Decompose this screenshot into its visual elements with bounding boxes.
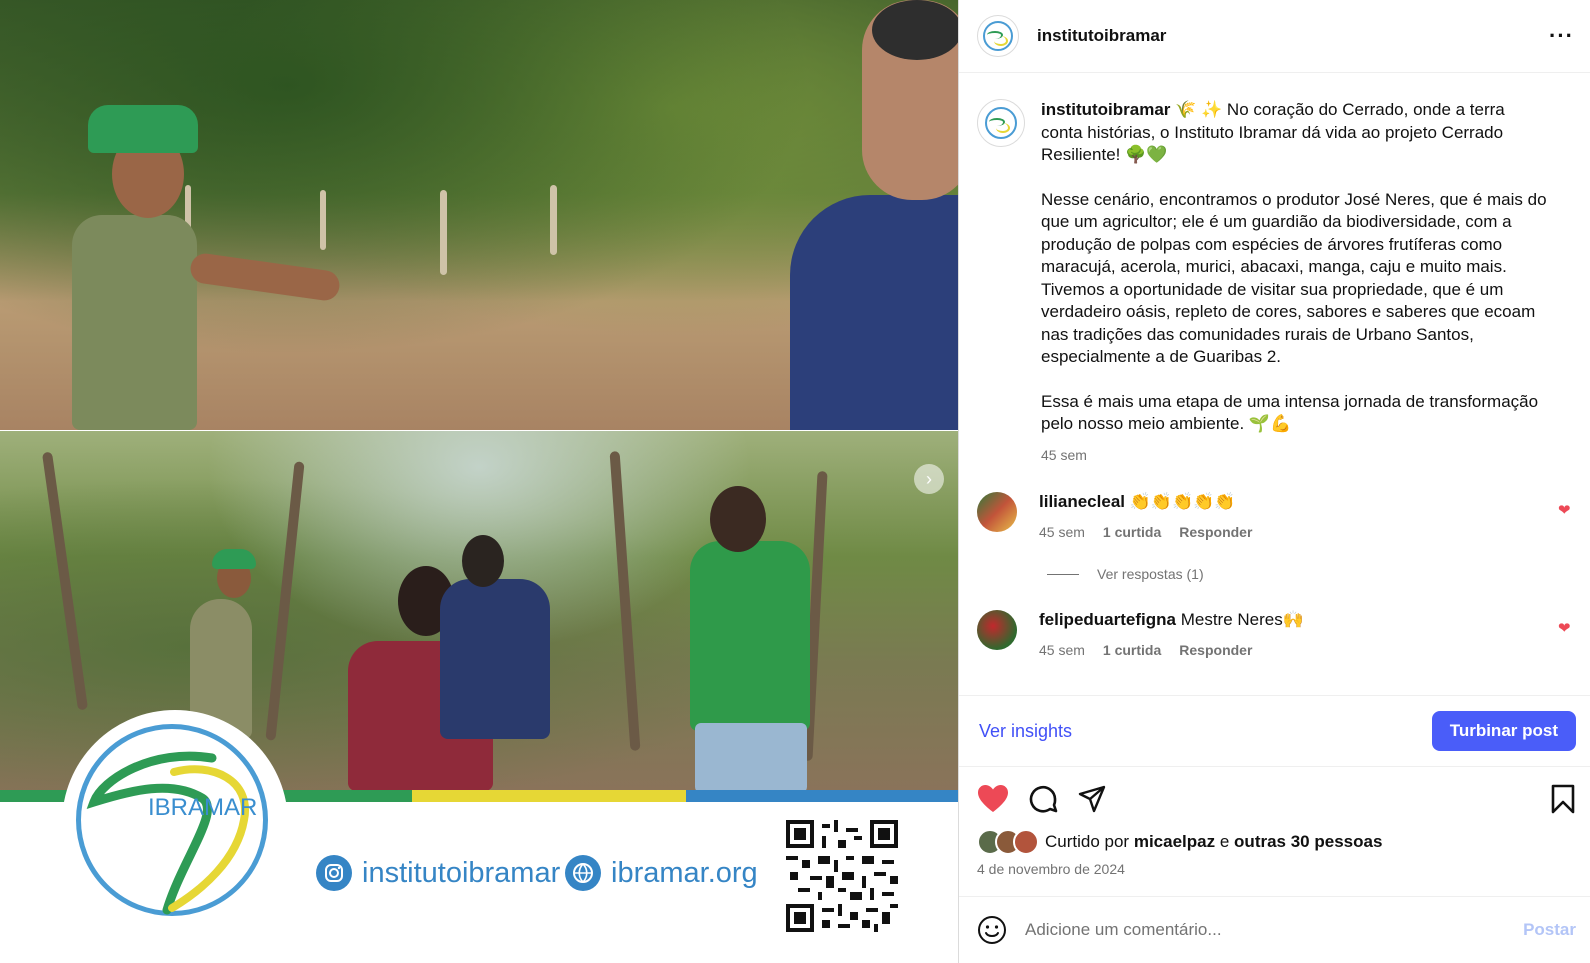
ibramar-logo: IBRAMAR (62, 710, 288, 936)
stripe-blue (686, 790, 958, 802)
comment-text: Mestre Neres🙌 (1180, 610, 1304, 629)
heart-filled-icon[interactable] (977, 784, 1009, 814)
reply-button[interactable]: Responder (1179, 524, 1252, 540)
comment-time[interactable]: 45 sem (1039, 642, 1085, 658)
view-insights-link[interactable]: Ver insights (979, 721, 1072, 742)
caption: institutoibramar 🌾 ✨ No coração do Cerra… (977, 99, 1574, 466)
comment-text: 👏👏👏👏👏 (1129, 492, 1236, 511)
commenter-avatar[interactable] (977, 492, 1017, 532)
comment-time[interactable]: 45 sem (1039, 524, 1085, 540)
comments-area[interactable]: institutoibramar 🌾 ✨ No coração do Cerra… (959, 73, 1590, 695)
comment-likes[interactable]: 1 curtida (1103, 642, 1161, 658)
heart-filled-icon[interactable]: ❤ (1558, 621, 1572, 636)
heart-filled-icon[interactable]: ❤ (1558, 503, 1572, 518)
caption-avatar[interactable] (977, 99, 1025, 147)
bookmark-icon[interactable] (1550, 784, 1576, 814)
commenter-avatar[interactable] (977, 610, 1017, 650)
more-horizontal-icon[interactable]: ··· (1549, 23, 1574, 49)
instagram-icon (316, 855, 352, 891)
comment-likes[interactable]: 1 curtida (1103, 524, 1161, 540)
caption-paragraph-3: Essa é mais uma etapa de uma intensa jor… (1041, 391, 1539, 434)
caption-paragraph-2: Nesse cenário, encontramos o produtor Jo… (1041, 189, 1547, 367)
comment-input[interactable]: Adicione um comentário... (1025, 920, 1222, 940)
comment-icon[interactable] (1027, 783, 1059, 815)
logo-swoosh-icon (86, 751, 250, 915)
qr-code (786, 820, 898, 932)
website: ibramar.org (565, 855, 758, 891)
liked-by-user[interactable]: micaelpaz (1134, 832, 1215, 852)
globe-icon (565, 855, 601, 891)
instagram-handle-text: institutoibramar (362, 856, 561, 889)
emoji-icon[interactable] (977, 915, 1007, 945)
boost-post-button[interactable]: Turbinar post (1431, 711, 1576, 751)
chevron-right-icon: › (926, 468, 932, 489)
avatar[interactable] (977, 15, 1019, 57)
liked-by-joiner: e (1219, 832, 1230, 851)
post-date: 4 de novembro de 2024 (977, 861, 1125, 877)
caption-username[interactable]: institutoibramar (1041, 100, 1170, 119)
comment-item: felipeduartefigna Mestre Neres🙌 45 sem 1… (977, 610, 1574, 658)
liked-by-prefix: Curtido por (1045, 832, 1130, 851)
post-header: institutoibramar ··· (959, 0, 1590, 73)
liker-avatars (977, 829, 1039, 855)
stripe-yellow (412, 790, 686, 802)
add-comment-bar: Adicione um comentário... Postar (959, 896, 1590, 963)
post-comment-button[interactable]: Postar (1523, 920, 1576, 940)
header-username[interactable]: institutoibramar (1037, 26, 1166, 46)
carousel-next-button[interactable]: › (914, 464, 944, 494)
caption-text: institutoibramar 🌾 ✨ No coração do Cerra… (1041, 99, 1551, 466)
post-modal: › IBRAMAR institutoibramar ibramar.org i… (0, 0, 1590, 963)
likes-summary[interactable]: Curtido por micaelpaz e outras 30 pessoa… (977, 829, 1576, 855)
post-details-panel: institutoibramar ··· institutoibramar 🌾 … (958, 0, 1590, 963)
post-actions: Curtido por micaelpaz e outras 30 pessoa… (959, 766, 1590, 896)
view-replies-button[interactable]: Ver respostas (1) (1047, 566, 1574, 582)
post-media[interactable]: › IBRAMAR institutoibramar ibramar.org (0, 0, 958, 963)
share-icon[interactable] (1077, 784, 1107, 814)
comment-username[interactable]: lilianecleal (1039, 492, 1125, 511)
instagram-handle: institutoibramar (316, 855, 560, 891)
website-text: ibramar.org (611, 856, 758, 889)
logo-text: IBRAMAR (148, 794, 258, 821)
comment-item: lilianecleal 👏👏👏👏👏 45 sem 1 curtida Resp… (977, 492, 1574, 540)
view-replies-label: Ver respostas (1) (1097, 566, 1204, 582)
liked-by-others[interactable]: outras 30 pessoas (1234, 832, 1382, 852)
photo-farmer-field (0, 0, 958, 430)
comment-username[interactable]: felipeduartefigna (1039, 610, 1176, 629)
reply-button[interactable]: Responder (1179, 642, 1252, 658)
caption-time[interactable]: 45 sem (1041, 444, 1551, 467)
insights-bar: Ver insights Turbinar post (959, 695, 1590, 766)
